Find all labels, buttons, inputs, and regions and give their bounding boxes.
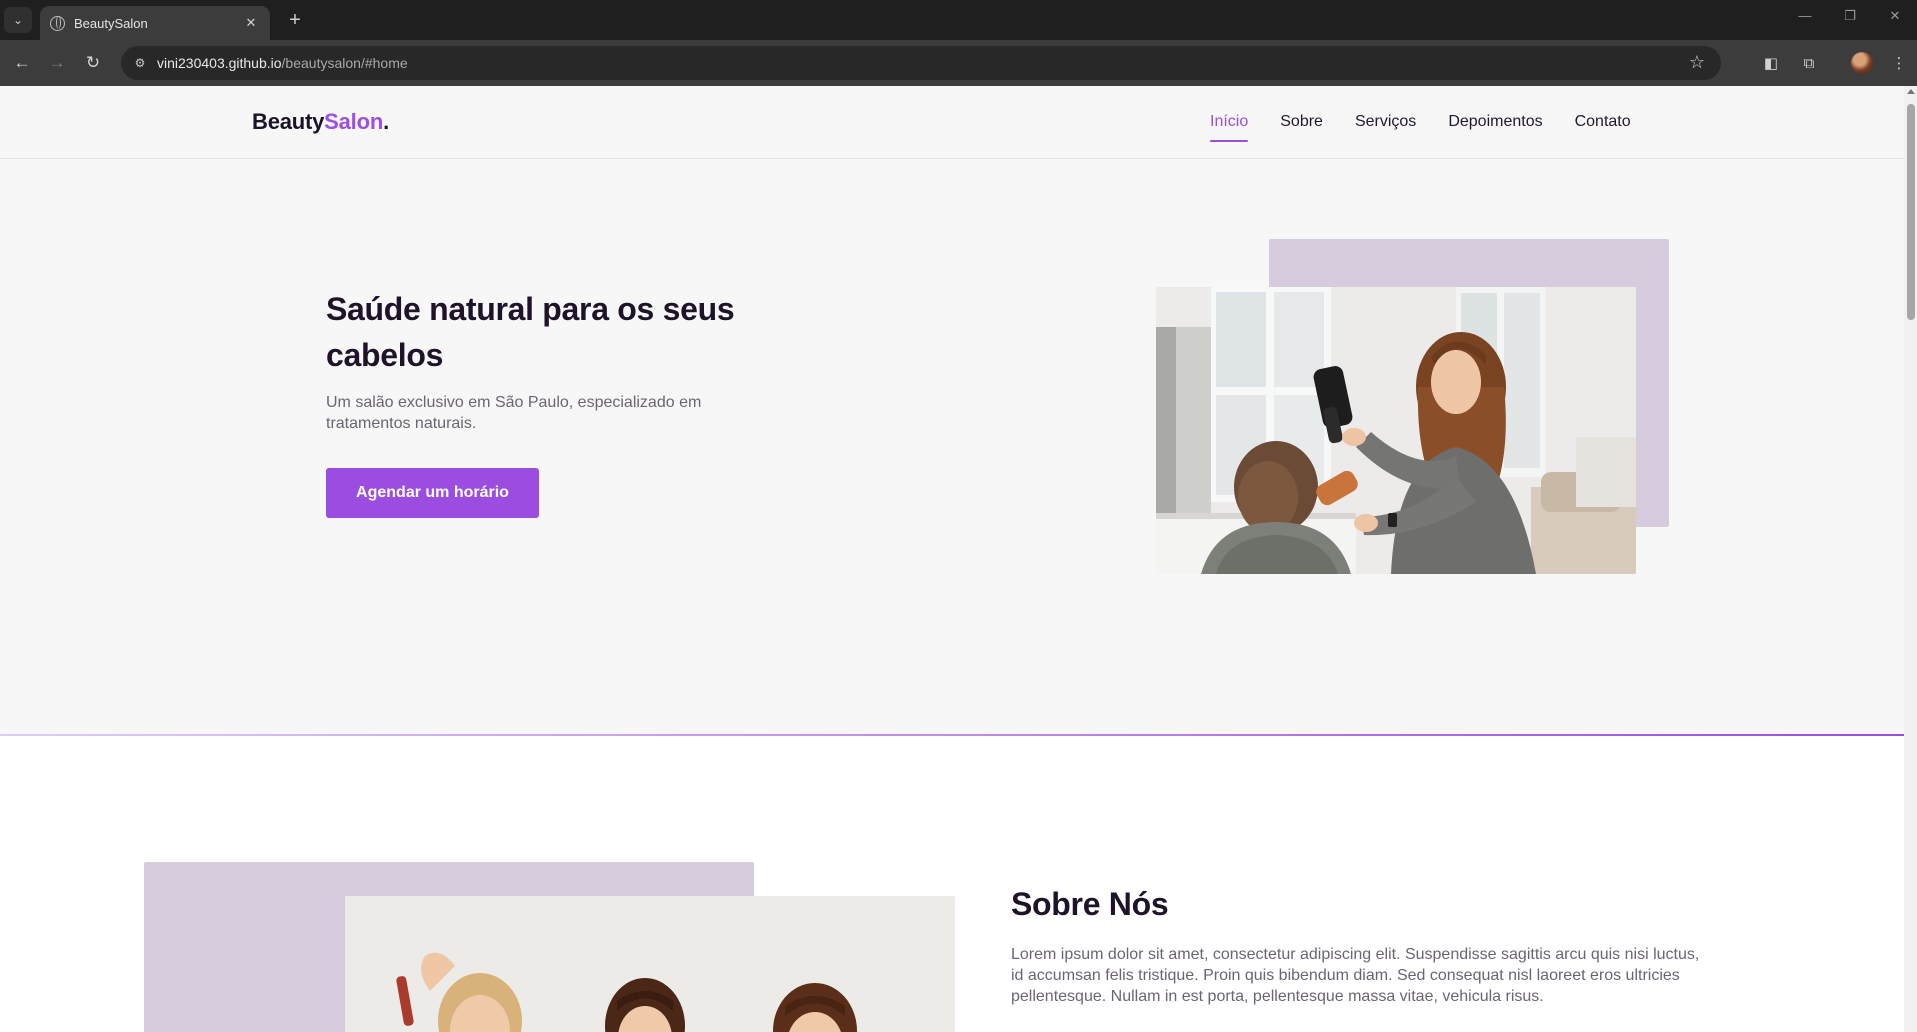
about-section: Sobre Nós Lorem ipsum dolor sit amet, co… [0, 736, 1904, 1032]
about-team-photo [345, 896, 955, 1032]
back-arrow-icon[interactable]: ← [9, 50, 35, 76]
hero-title: Saúde natural para os seus cabelos [326, 291, 735, 373]
logo-text-beauty: Beauty [252, 109, 325, 134]
nav-link-inicio[interactable]: Início [1210, 113, 1249, 142]
nav-link-sobre[interactable]: Sobre [1280, 113, 1323, 131]
address-bar[interactable]: ⚙ vini230403.github.io/beautysalon/#home… [121, 46, 1721, 80]
main-nav: Início Sobre Serviços Depoimentos Contat… [1210, 113, 1631, 142]
extensions-puzzle-icon[interactable]: ⧉ [1796, 50, 1822, 76]
scroll-up-arrow-icon[interactable] [1907, 89, 1915, 94]
tab-search-chevron-icon[interactable]: ⌄ [4, 7, 32, 33]
logo-dot: . [383, 109, 389, 134]
bookmark-star-icon[interactable]: ☆ [1689, 52, 1705, 73]
url-host: vini230403.github.io [157, 55, 282, 71]
browser-tab-active[interactable]: BeautySalon ✕ [40, 6, 270, 40]
site-info-icon[interactable]: ⚙ [131, 54, 149, 72]
site-header: BeautySalon. Início Sobre Serviços Depoi… [0, 86, 1904, 159]
profile-avatar[interactable] [1851, 52, 1873, 74]
forward-arrow-icon[interactable]: → [44, 50, 70, 76]
reload-icon[interactable]: ↻ [80, 50, 106, 76]
close-tab-icon[interactable]: ✕ [242, 15, 260, 31]
url-text[interactable]: vini230403.github.io/beautysalon/#home [157, 55, 408, 71]
page-viewport: BeautySalon. Início Sobre Serviços Depoi… [0, 86, 1904, 1032]
restore-icon[interactable]: ❐ [1835, 8, 1865, 24]
tab-title: BeautySalon [74, 15, 148, 31]
globe-icon [50, 15, 65, 31]
browser-toolbar: ← → ↻ ⚙ vini230403.github.io/beautysalon… [0, 40, 1917, 86]
nav-link-depoimentos[interactable]: Depoimentos [1448, 113, 1542, 131]
new-tab-icon[interactable]: + [281, 6, 309, 34]
site-logo[interactable]: BeautySalon. [252, 109, 389, 135]
book-appointment-button[interactable]: Agendar um horário [326, 468, 539, 518]
minimize-icon[interactable]: — [1790, 8, 1820, 23]
hero-salon-photo [1156, 287, 1636, 574]
about-description: Lorem ipsum dolor sit amet, consectetur … [1011, 946, 1700, 1005]
nav-link-servicos[interactable]: Serviços [1355, 113, 1416, 131]
kebab-menu-icon[interactable]: ⋮ [1886, 50, 1912, 76]
reading-mode-icon[interactable]: ◧ [1758, 50, 1784, 76]
page-scrollbar[interactable] [1904, 86, 1917, 1032]
about-title: Sobre Nós [1011, 886, 1169, 922]
hero-description: Um salão exclusivo em São Paulo, especia… [326, 394, 702, 432]
logo-text-salon: Salon [324, 109, 384, 134]
browser-tab-strip: ⌄ BeautySalon ✕ + — ❐ ✕ [0, 0, 1917, 40]
url-path: /beautysalon/#home [281, 55, 408, 71]
hero-section: Saúde natural para os seus cabelos Um sa… [0, 159, 1904, 734]
close-window-icon[interactable]: ✕ [1880, 8, 1910, 24]
nav-link-contato[interactable]: Contato [1575, 113, 1631, 131]
scrollbar-thumb[interactable] [1907, 104, 1915, 320]
